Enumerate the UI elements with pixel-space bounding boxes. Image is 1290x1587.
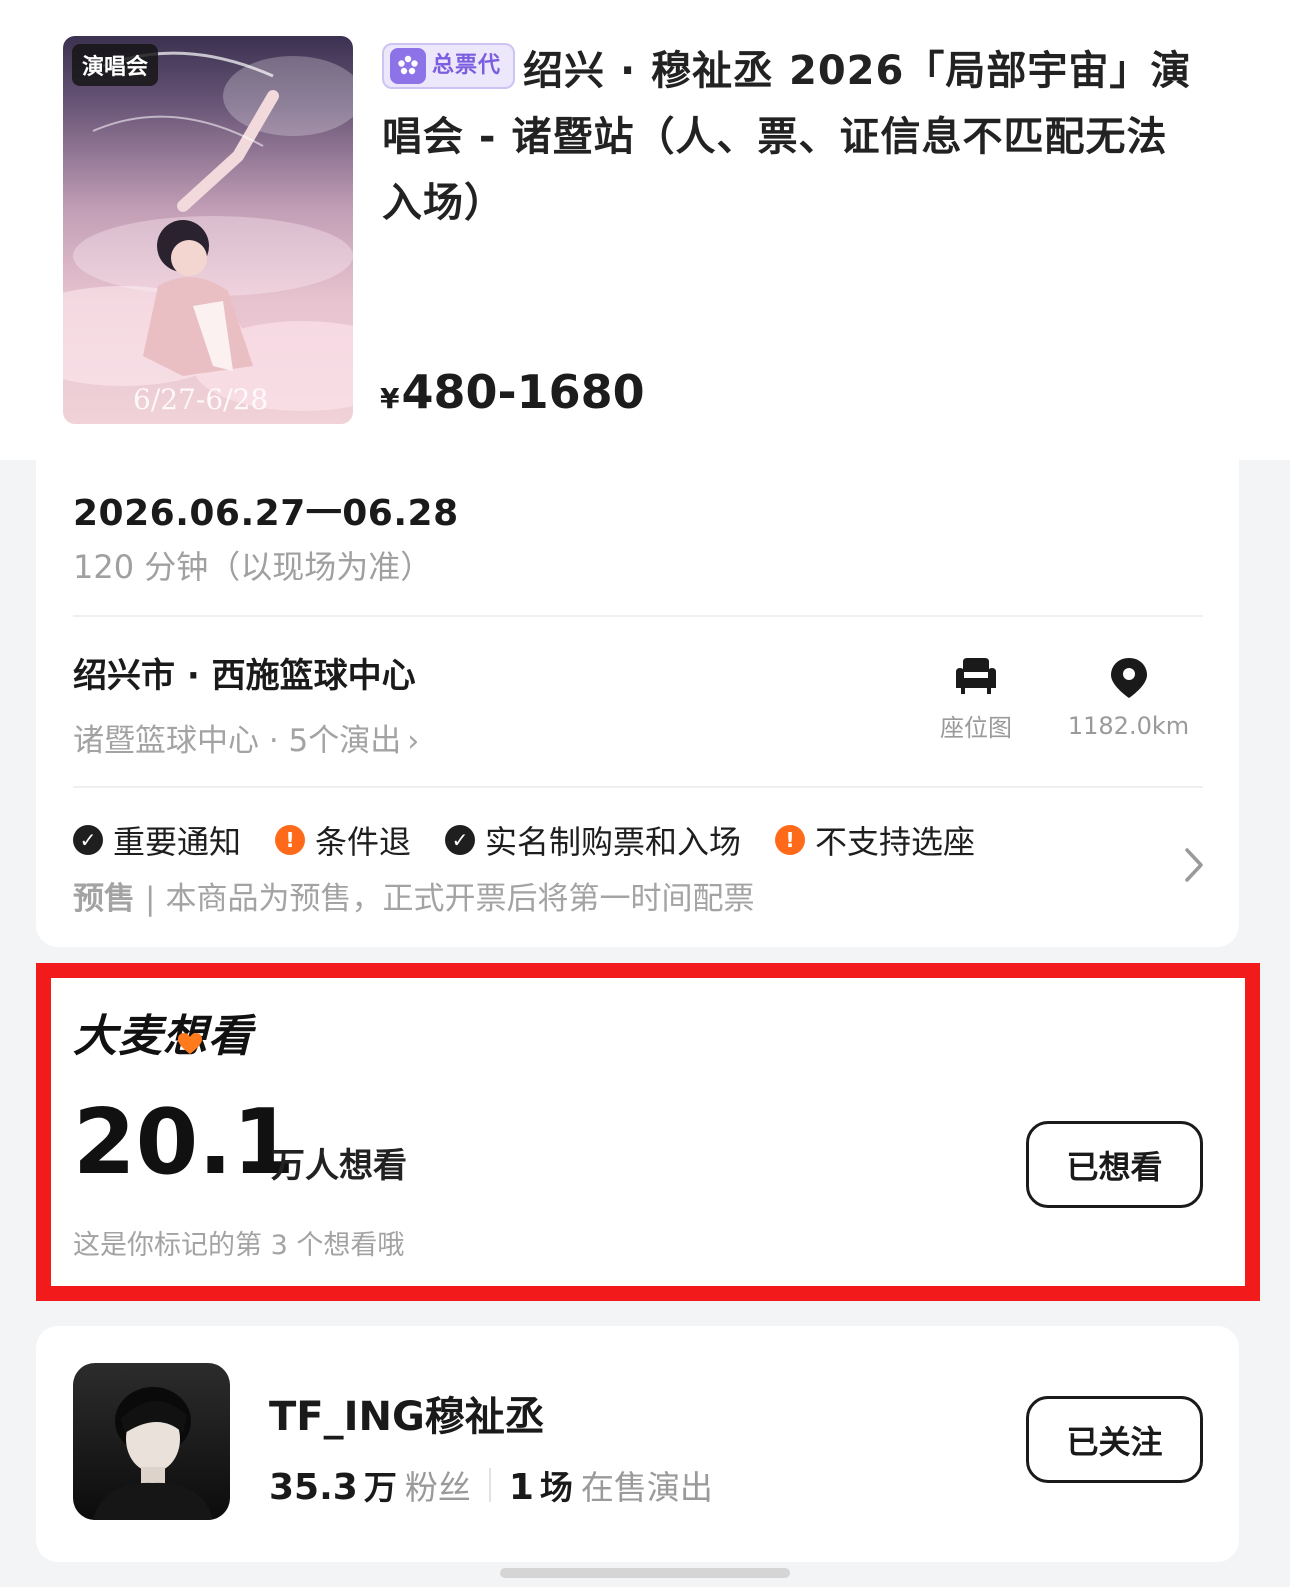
event-poster[interactable]: 演唱会 6/27-6/28: [63, 36, 353, 424]
shows-unit: 场: [539, 1468, 573, 1507]
tag-real-name: ✓ 实名制购票和入场: [445, 817, 741, 863]
chevron-right-icon[interactable]: [1182, 846, 1206, 884]
heart-icon: [178, 1033, 202, 1054]
armchair-icon: [956, 658, 996, 694]
tag-label: 不支持选座: [815, 823, 976, 861]
price-range: ¥480-1680: [380, 365, 645, 419]
logo-text: 大麦想看: [73, 1011, 253, 1062]
product-header: 演唱会 6/27-6/28 总票代 绍兴 · 穆祉丞 2026「局部宇宙」演唱会 …: [0, 0, 1290, 460]
check-circle-icon: ✓: [73, 825, 103, 855]
avatar-image: [93, 1387, 213, 1520]
event-duration: 120 分钟（以现场为准）: [73, 548, 433, 586]
divider: [73, 615, 1203, 617]
want-count: 20.1: [73, 1090, 296, 1195]
alert-circle-icon: !: [775, 825, 806, 855]
stats-separator: [488, 1468, 491, 1502]
tag-label: 实名制购票和入场: [485, 823, 742, 861]
tag-label: 条件退: [315, 823, 412, 861]
fans-label: 粉丝: [404, 1468, 471, 1507]
venue-name[interactable]: 绍兴市 · 西施篮球中心: [73, 648, 416, 697]
poster-date: 6/27-6/28: [133, 383, 269, 416]
price-currency: ¥: [380, 382, 400, 415]
artist-avatar[interactable]: [73, 1363, 230, 1520]
show-detail-page: 演唱会 6/27-6/28 总票代 绍兴 · 穆祉丞 2026「局部宇宙」演唱会 …: [0, 0, 1290, 1587]
presale-label: 预售: [73, 881, 135, 917]
tag-no-seat-selection: ! 不支持选座: [775, 817, 975, 863]
fans-unit: 万: [363, 1468, 397, 1507]
artist-card[interactable]: TF_ING穆祉丞 35.3 万 粉丝 1 场 在售演出 已关注: [36, 1326, 1239, 1562]
shows-count: 1: [508, 1467, 534, 1508]
agent-badge-label: 总票代: [432, 53, 502, 78]
tag-conditional-refund: ! 条件退: [275, 817, 411, 863]
price-value: 480-1680: [401, 365, 645, 419]
want-to-see-card: 大麦想看 20.1 万人想看 这是你标记的第 3 个想看哦 已想看: [36, 963, 1260, 1301]
artist-stats: 35.3 万 粉丝 1 场 在售演出: [269, 1461, 713, 1509]
agent-badge: 总票代: [382, 43, 516, 89]
location-pin-icon: [1110, 658, 1147, 698]
want-unit: 万人想看: [271, 1146, 407, 1186]
distance-label: 1182.0km: [1067, 712, 1190, 740]
follow-button[interactable]: 已关注: [1026, 1396, 1203, 1483]
event-title[interactable]: 总票代 绍兴 · 穆祉丞 2026「局部宇宙」演唱会 - 诸暨站（人、票、证信息不…: [382, 38, 1202, 236]
presale-notice: 预售 | 本商品为预售，正式开票后将第一时间配票: [73, 873, 754, 918]
shows-label: 在售演出: [580, 1468, 713, 1507]
venue-shows-link[interactable]: 诸暨篮球中心 · 5个演出 ›: [73, 715, 419, 760]
home-indicator: [500, 1568, 790, 1578]
venue-sub-text: 诸暨篮球中心 · 5个演出: [73, 723, 402, 759]
check-circle-icon: ✓: [445, 825, 476, 855]
fans-count: 35.3: [269, 1467, 358, 1508]
category-tag: 演唱会: [72, 44, 159, 86]
tag-label: 重要通知: [113, 823, 242, 861]
tag-important-notice: ✓ 重要通知: [73, 817, 241, 863]
chevron-right-icon: ›: [407, 724, 420, 759]
seat-map-label: 座位图: [940, 714, 1012, 742]
title-block: 总票代 绍兴 · 穆祉丞 2026「局部宇宙」演唱会 - 诸暨站（人、票、证信息不…: [382, 38, 1202, 236]
damai-want-logo: 大麦想看: [73, 1000, 253, 1064]
alert-circle-icon: !: [275, 825, 306, 855]
artist-name[interactable]: TF_ING穆祉丞: [269, 1384, 545, 1442]
want-note: 这是你标记的第 3 个想看哦: [73, 1230, 405, 1261]
event-date: 2026.06.27一06.28: [73, 493, 459, 534]
event-info-card: 2026.06.27一06.28 120 分钟（以现场为准） 绍兴市 · 西施篮…: [36, 460, 1239, 947]
seat-map-button[interactable]: 座位图: [931, 656, 1021, 743]
flower-icon: [390, 48, 426, 84]
divider: [73, 786, 1203, 788]
service-tags[interactable]: ✓ 重要通知 ! 条件退 ✓ 实名制购票和入场 ! 不支持选座: [73, 817, 975, 863]
venue-location-button[interactable]: 1182.0km: [1066, 656, 1191, 740]
want-to-see-button[interactable]: 已想看: [1026, 1121, 1203, 1208]
presale-text: 本商品为预售，正式开票后将第一时间配票: [165, 881, 755, 917]
separator: |: [145, 881, 156, 917]
poster-art: [63, 51, 353, 411]
